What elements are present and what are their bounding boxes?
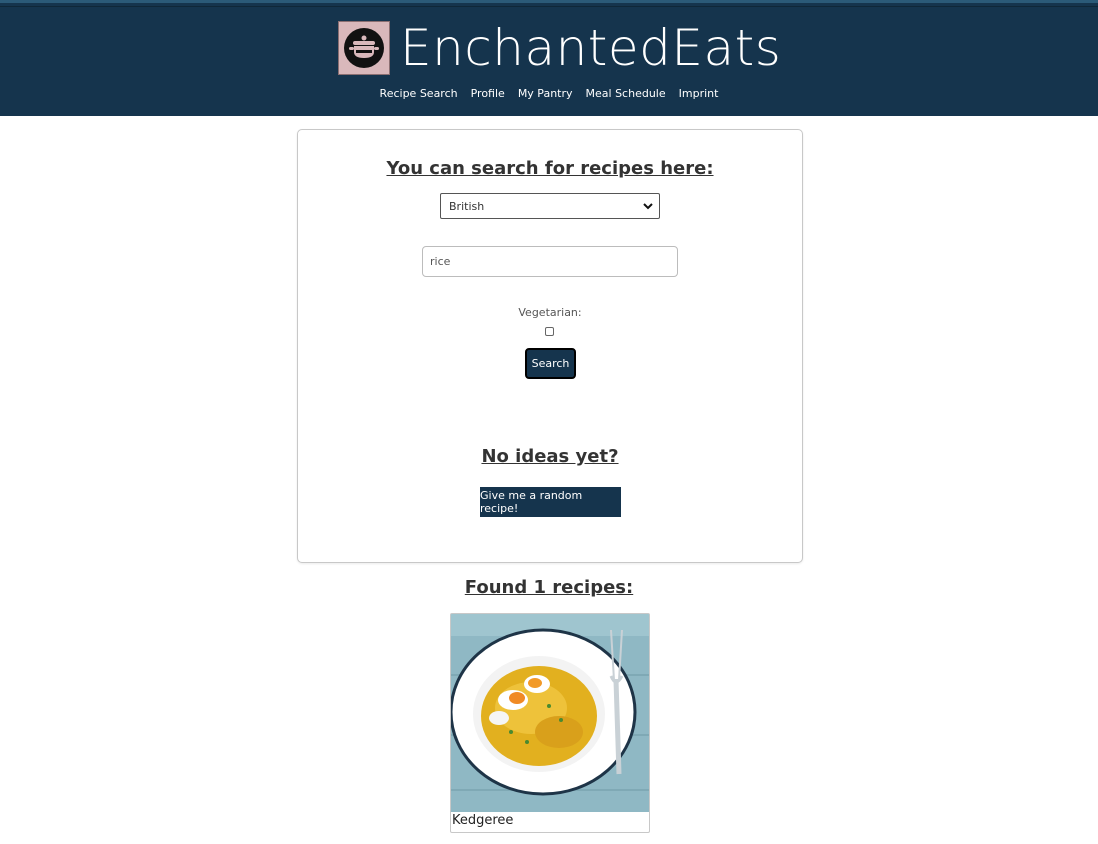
random-recipe-button[interactable]: Give me a random recipe! — [480, 487, 621, 517]
random-heading: No ideas yet? — [481, 446, 619, 467]
nav-item-profile[interactable]: Profile — [471, 87, 505, 100]
search-input-value: rice — [430, 255, 451, 268]
search-heading: You can search for recipes here: — [386, 158, 714, 179]
recipe-image[interactable] — [451, 614, 649, 812]
header-divider — [0, 6, 1098, 7]
cuisine-select[interactable]: British — [440, 193, 660, 219]
search-input[interactable]: rice — [422, 246, 678, 277]
cuisine-select-value: British — [449, 199, 485, 213]
search-panel: You can search for recipes here: British… — [297, 129, 803, 563]
results-heading: Found 1 recipes: — [464, 577, 634, 598]
site-header: EnchantedEats Recipe Search Profile My P… — [0, 0, 1098, 116]
chevron-down-icon — [643, 203, 653, 210]
nav-item-meal-schedule[interactable]: Meal Schedule — [586, 87, 666, 100]
recipe-card[interactable]: Kedgeree — [450, 613, 650, 833]
brand[interactable]: EnchantedEats — [338, 20, 781, 76]
nav-item-recipe-search[interactable]: Recipe Search — [380, 87, 458, 100]
main-nav: Recipe Search Profile My Pantry Meal Sch… — [0, 87, 1098, 100]
nav-item-my-pantry[interactable]: My Pantry — [518, 87, 573, 100]
search-button[interactable]: Search — [525, 348, 576, 379]
vegetarian-label: Vegetarian: — [518, 306, 582, 319]
recipe-name[interactable]: Kedgeree — [452, 813, 513, 828]
cooking-pot-icon — [338, 21, 390, 75]
vegetarian-checkbox[interactable] — [545, 327, 554, 336]
nav-item-imprint[interactable]: Imprint — [679, 87, 719, 100]
app-title: EnchantedEats — [400, 19, 782, 77]
